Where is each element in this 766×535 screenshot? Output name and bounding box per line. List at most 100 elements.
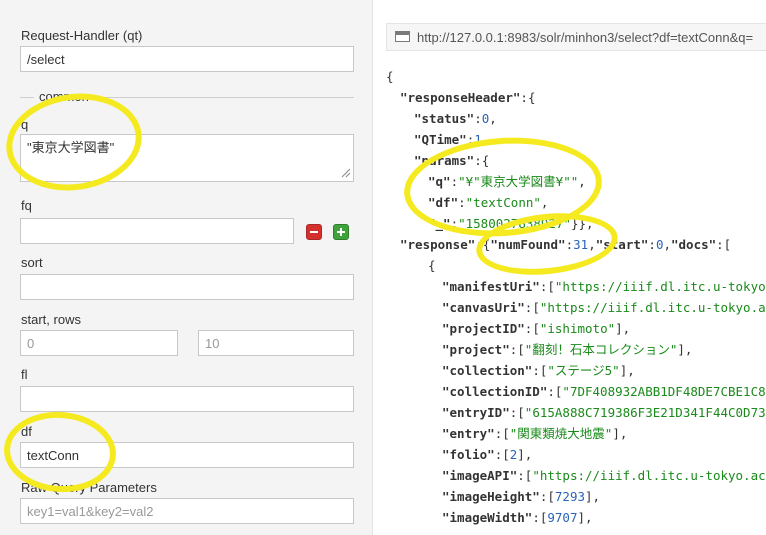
json-number: 31 — [573, 237, 589, 252]
json-line: "entry":["関東類焼大地震"], — [386, 423, 766, 444]
fq-input[interactable] — [20, 218, 294, 244]
json-punct: , — [578, 174, 586, 189]
json-punct: :[ — [532, 363, 548, 378]
json-line: "entryID":["615A888C719386F3E21D341F44C0… — [386, 402, 766, 423]
json-line: { — [386, 255, 766, 276]
df-input[interactable]: textConn — [20, 442, 354, 468]
json-punct: :[ — [509, 405, 525, 420]
json-punct: { — [386, 69, 394, 84]
json-key: "collectionID" — [442, 384, 548, 399]
json-line: "collectionID":["7DF408932ABB1DF48DE7CBE… — [386, 381, 766, 402]
json-key: "canvasUri" — [442, 300, 525, 315]
json-key: "docs" — [671, 237, 717, 252]
json-line: "project":["翻刻！石本コレクション"], — [386, 339, 766, 360]
json-punct: :[ — [716, 237, 732, 252]
response-viewport: { "responseHeader":{"status":0, "QTime":1,… — [373, 60, 766, 535]
json-punct: :[ — [494, 447, 510, 462]
json-string: "1580027838927" — [458, 216, 571, 231]
json-punct: : — [648, 237, 656, 252]
json-line: "df":"textConn", — [386, 192, 766, 213]
qt-label: Request-Handler (qt) — [21, 28, 143, 43]
json-key: "numFound" — [490, 237, 566, 252]
json-punct: }}, — [571, 216, 594, 231]
json-string: "https://iiif.dl.itc.u-tokyo.a — [554, 279, 766, 294]
json-punct: ], — [577, 510, 593, 525]
json-key: "df" — [428, 195, 459, 210]
fieldset-border-left — [20, 97, 34, 98]
json-punct: : — [450, 174, 459, 189]
json-punct: :{ — [520, 90, 536, 105]
json-key: "QTime" — [414, 132, 467, 147]
q-textarea[interactable] — [20, 134, 354, 182]
resize-grip-icon[interactable] — [341, 168, 351, 178]
json-line: "imageAPI":["https://iiif.dl.itc.u-tokyo… — [386, 465, 766, 486]
fl-input[interactable] — [20, 386, 354, 412]
json-punct: :[ — [494, 426, 510, 441]
sort-label: sort — [21, 255, 43, 270]
json-key: "imageAPI" — [442, 468, 518, 483]
json-punct: :[ — [539, 489, 555, 504]
json-punct: ], — [619, 363, 635, 378]
json-string: "7DF408932ABB1DF48DE7CBE1C86A — [562, 384, 766, 399]
json-line: "collection":["ステージ5"], — [386, 360, 766, 381]
start-rows-label: start, rows — [21, 312, 81, 327]
json-key: "entry" — [442, 426, 495, 441]
minus-icon — [310, 231, 318, 233]
json-string: "ステージ5" — [547, 363, 620, 378]
json-punct: : — [565, 237, 574, 252]
json-key: "response" — [400, 237, 476, 252]
json-punct: :[ — [517, 468, 533, 483]
json-key: "collection" — [442, 363, 533, 378]
add-fq-button[interactable] — [333, 224, 349, 240]
request-url-link[interactable]: http://127.0.0.1:8983/solr/minhon3/selec… — [417, 30, 753, 45]
query-form-panel: Request-Handler (qt) /select common q fq… — [0, 0, 372, 535]
fq-label: fq — [21, 198, 32, 213]
json-string: "615A888C719386F3E21D341F44C0D73A" — [524, 405, 766, 420]
request-handler-input[interactable]: /select — [20, 46, 354, 72]
rows-input[interactable]: 10 — [198, 330, 354, 356]
json-key: "start" — [595, 237, 649, 252]
json-punct: :[ — [539, 279, 555, 294]
window-icon — [395, 31, 410, 42]
json-punct: :[ — [532, 510, 548, 525]
json-line: "canvasUri":["https://iiif.dl.itc.u-toky… — [386, 297, 766, 318]
json-string: "翻刻！石本コレクション" — [524, 342, 678, 357]
json-punct: { — [428, 258, 436, 273]
json-line: "status":0, — [386, 108, 766, 129]
json-line: "responseHeader":{ — [386, 87, 766, 108]
json-string: "https://iiif.dl.itc.u-tokyo.ac. — [539, 300, 766, 315]
json-punct: ], — [677, 342, 693, 357]
json-punct: :[ — [524, 321, 540, 336]
json-line: "QTime":1, — [386, 129, 766, 150]
q-label: q — [21, 117, 29, 132]
json-string: "ishimoto" — [539, 321, 616, 336]
json-line: "manifestUri":["https://iiif.dl.itc.u-to… — [386, 276, 766, 297]
json-line: "response":{"numFound":31,"start":0,"doc… — [386, 234, 766, 255]
json-punct: , — [588, 237, 596, 252]
common-legend: common — [38, 89, 90, 104]
start-input[interactable]: 0 — [20, 330, 178, 356]
request-url-bar[interactable]: http://127.0.0.1:8983/solr/minhon3/selec… — [386, 23, 766, 51]
json-key: "entryID" — [442, 405, 510, 420]
json-key: "imageHeight" — [442, 489, 540, 504]
json-key: "projectID" — [442, 321, 525, 336]
json-punct: :[ — [509, 342, 525, 357]
json-punct: ], — [612, 426, 628, 441]
json-key: "q" — [428, 174, 451, 189]
json-key: "project" — [442, 342, 510, 357]
json-punct: , — [663, 237, 671, 252]
remove-fq-button[interactable] — [306, 224, 322, 240]
json-punct: :{ — [474, 153, 490, 168]
json-punct: , — [489, 111, 497, 126]
sort-input[interactable] — [20, 274, 354, 300]
json-line: "_":"1580027838927"}}, — [386, 213, 766, 234]
raw-query-label: Raw Query Parameters — [21, 480, 157, 495]
json-punct: ], — [517, 447, 533, 462]
json-key: "_" — [428, 216, 451, 231]
json-punct: :[ — [524, 300, 540, 315]
json-key: "status" — [414, 111, 475, 126]
raw-query-input[interactable]: key1=val1&key2=val2 — [20, 498, 354, 524]
json-key: "folio" — [442, 447, 495, 462]
json-line: "q":"¥"東京大学図書¥"", — [386, 171, 766, 192]
json-punct: :{ — [475, 237, 491, 252]
